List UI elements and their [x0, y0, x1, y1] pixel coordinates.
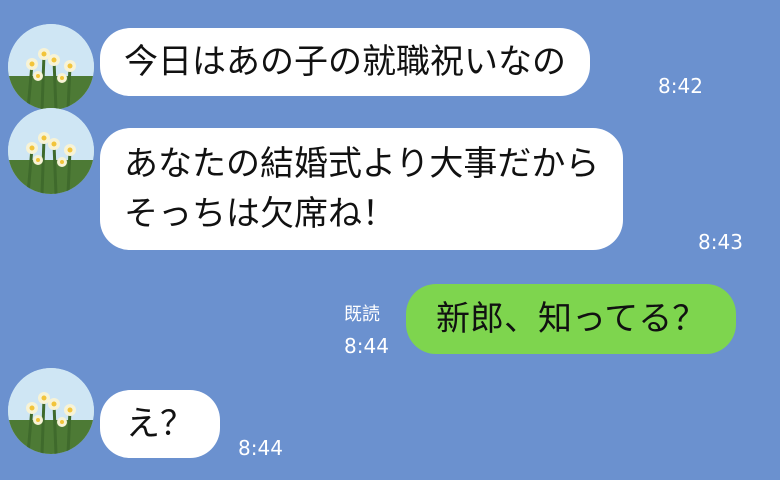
daffodil-photo-icon: [8, 108, 94, 194]
daffodil-photo-icon: [8, 368, 94, 454]
message-timestamp: 8:44: [344, 334, 389, 358]
read-receipt: 既読: [344, 304, 380, 325]
message-text-line: そっちは欠席ね！: [124, 194, 396, 234]
message-text-line: あなたの結婚式より大事だから: [124, 144, 600, 184]
sender-avatar-icon[interactable]: [8, 108, 94, 194]
message-timestamp: 8:43: [698, 230, 743, 254]
incoming-message-bubble[interactable]: 今日はあの子の就職祝いなの: [100, 28, 590, 96]
outgoing-message-bubble[interactable]: 新郎、知ってる？: [406, 284, 737, 354]
message-text: え？: [126, 404, 194, 444]
message-text: 今日はあの子の就職祝いなの: [124, 42, 566, 82]
sender-avatar-icon[interactable]: [8, 368, 94, 454]
message-text: 新郎、知ってる？: [436, 299, 707, 339]
incoming-message-bubble[interactable]: あなたの結婚式より大事だから そっちは欠席ね！: [100, 128, 624, 250]
daffodil-photo-icon: [8, 24, 94, 110]
incoming-message-bubble[interactable]: え？: [100, 390, 220, 458]
message-timestamp: 8:42: [658, 74, 703, 98]
sender-avatar-icon[interactable]: [8, 24, 94, 110]
message-timestamp: 8:44: [238, 436, 283, 460]
